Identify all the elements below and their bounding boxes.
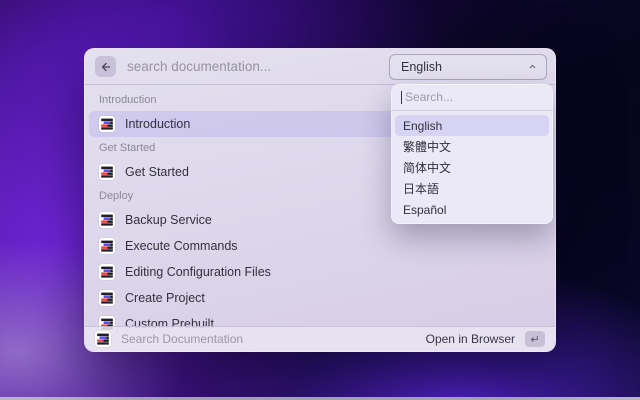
chevron-up-icon: [528, 62, 537, 71]
language-select[interactable]: English: [389, 54, 547, 80]
search-bar: English: [85, 49, 555, 85]
footer-title: Search Documentation: [121, 332, 416, 346]
search-palette-window: English IntroductionIntroductionGet Star…: [84, 48, 556, 352]
zeabur-logo-icon: [99, 290, 115, 306]
zeabur-logo-icon: [99, 212, 115, 228]
language-option[interactable]: English: [395, 115, 549, 136]
language-search-field[interactable]: [391, 84, 553, 110]
doc-result-item[interactable]: Execute Commands: [89, 233, 551, 259]
language-dropdown-menu: English繁體中文简体中文日本語Español: [391, 84, 553, 224]
result-label: Editing Configuration Files: [125, 265, 271, 279]
zeabur-logo-icon: [95, 331, 111, 347]
search-input[interactable]: [125, 58, 389, 75]
zeabur-logo-icon: [99, 116, 115, 132]
language-options: English繁體中文简体中文日本語Español: [391, 111, 553, 224]
result-label: Execute Commands: [125, 239, 238, 253]
footer-bar: Search Documentation Open in Browser ↵: [85, 326, 555, 351]
result-label: Create Project: [125, 291, 205, 305]
language-option[interactable]: 日本語: [395, 178, 549, 199]
zeabur-logo-icon: [99, 264, 115, 280]
enter-key-icon[interactable]: ↵: [525, 331, 545, 347]
desktop-background: English IntroductionIntroductionGet Star…: [0, 0, 640, 400]
zeabur-logo-icon: [99, 164, 115, 180]
doc-result-item[interactable]: Create Project: [89, 285, 551, 311]
result-label: Backup Service: [125, 213, 212, 227]
arrow-left-icon: [100, 61, 112, 73]
doc-result-item[interactable]: Editing Configuration Files: [89, 259, 551, 285]
result-label: Get Started: [125, 165, 189, 179]
language-search-input[interactable]: [403, 89, 543, 105]
result-label: Introduction: [125, 117, 190, 131]
language-option[interactable]: 简体中文: [395, 157, 549, 178]
language-select-value: English: [401, 60, 528, 74]
back-button[interactable]: [95, 56, 116, 77]
text-cursor: [401, 91, 402, 104]
open-in-browser-label[interactable]: Open in Browser: [426, 332, 515, 346]
language-option[interactable]: 繁體中文: [395, 136, 549, 157]
zeabur-logo-icon: [99, 238, 115, 254]
language-option[interactable]: Español: [395, 199, 549, 220]
